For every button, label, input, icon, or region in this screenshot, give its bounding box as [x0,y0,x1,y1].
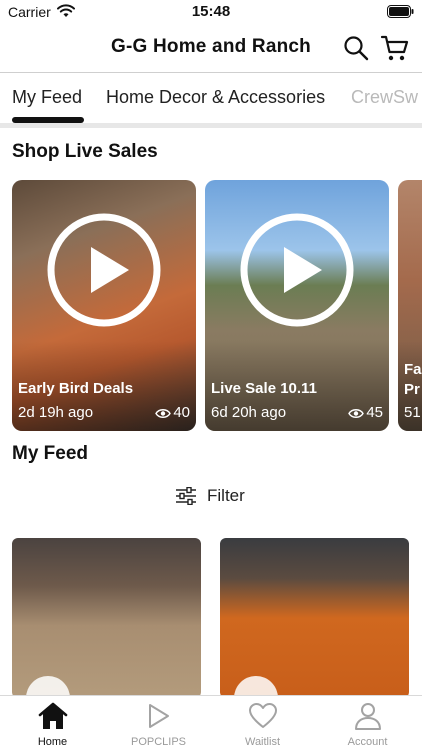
eye-icon [348,409,365,418]
app-header: G-G Home and Ranch [0,24,422,72]
nav-waitlist-label: Waitlist [244,736,281,748]
tab-my-feed[interactable]: My Feed [12,87,82,108]
live-sales-heading: Shop Live Sales [12,141,158,162]
play-icon[interactable] [47,213,161,327]
live-sale-title: Fa Pr [404,361,422,398]
cart-button[interactable] [380,33,410,68]
view-count-value: 40 [173,404,190,421]
nav-account-label: Account [347,736,388,748]
status-bar: Carrier 15:48 [0,0,422,24]
view-count: 40 [155,404,190,421]
nav-popclips[interactable]: POPCLIPS [106,696,211,750]
play-icon[interactable] [240,213,354,327]
eye-icon [155,409,172,418]
clock: 15:48 [191,3,231,20]
nav-waitlist[interactable]: Waitlist [210,696,315,750]
nav-home[interactable]: Home [0,696,105,750]
live-sale-time: 2d 19h ago [18,404,94,421]
home-icon [38,702,68,729]
view-count: 45 [348,404,383,421]
filter-label: Filter [207,486,245,505]
cart-icon [380,35,409,61]
live-sale-card[interactable]: Live Sale 10.11 6d 20h ago 45 [205,180,389,431]
search-button[interactable] [343,35,369,66]
play-icon [149,704,169,728]
feed-heading: My Feed [12,443,89,464]
nav-popclips-label: POPCLIPS [130,736,187,748]
live-sales-carousel[interactable]: Early Bird Deals 2d 19h ago 40 Live Sale… [0,180,422,432]
search-icon [344,36,369,61]
tab-home-decor[interactable]: Home Decor & Accessories [106,87,325,108]
battery-icon [387,5,414,18]
nav-account[interactable]: Account [315,696,420,750]
live-sale-card[interactable]: Early Bird Deals 2d 19h ago 40 [12,180,196,431]
view-count-value: 45 [366,404,383,421]
nav-home-label: Home [37,736,68,748]
product-card[interactable] [12,538,201,698]
live-sale-time: 6d 20h ago [211,404,287,421]
live-sale-card[interactable]: Fa Pr 51 [398,180,422,431]
bottom-nav: Home POPCLIPS Waitlist Account [0,695,422,750]
tabs-divider [0,123,422,128]
product-card[interactable] [220,538,409,698]
category-tabs: My Feed Home Decor & Accessories CrewSw [0,73,422,123]
tab-crewsw[interactable]: CrewSw [351,87,418,108]
live-sale-title: Early Bird Deals [18,380,134,397]
account-icon [355,703,381,730]
sliders-icon [176,487,196,505]
heart-icon [249,703,277,728]
live-sale-title: Live Sale 10.11 [211,380,317,397]
live-sale-time: 51 [404,404,421,421]
